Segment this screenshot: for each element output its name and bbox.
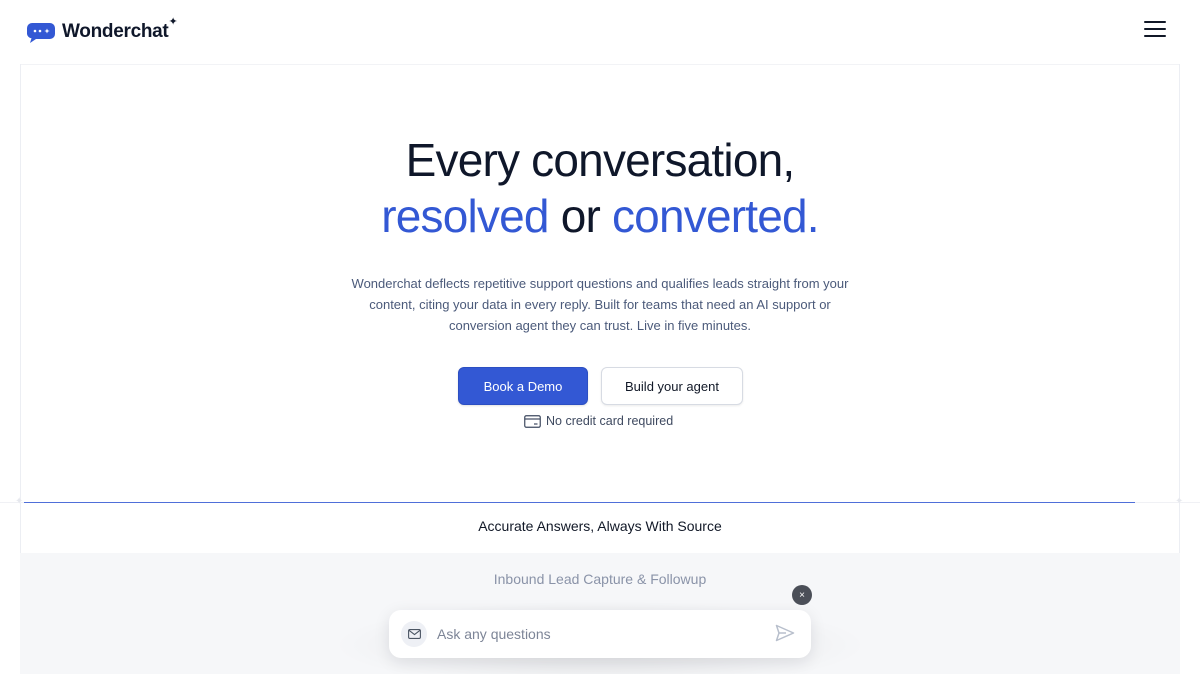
hero-title-connector: or [560,190,601,242]
chat-question-input[interactable] [437,620,757,648]
build-agent-button[interactable]: Build your agent [601,367,743,405]
tab-lead-capture-label: Inbound Lead Capture & Followup [493,571,707,587]
tab-accurate-answers[interactable]: Accurate Answers, Always With Source [0,518,1200,534]
hero-title: Every conversation, resolved or converte… [0,132,1200,244]
no-credit-card-note: No credit card required [524,414,673,428]
hamburger-menu-icon[interactable] [1144,21,1166,41]
chat-widget-bar[interactable] [389,610,811,658]
chat-bubble-icon [26,20,56,44]
brand-name-text: Wonderchat [62,21,169,42]
tab-accurate-answers-label: Accurate Answers, Always With Source [478,518,722,534]
brand-star-mark: ✦ [168,16,178,28]
hero-title-word-resolved: resolved [381,190,549,242]
brand-name: Wonderchat ✦ [62,16,178,43]
mail-icon[interactable] [401,621,427,647]
hero-title-word-converted: converted. [611,190,820,242]
sparkle-right-icon: ✦ [1175,496,1184,507]
tab-lead-capture[interactable]: Inbound Lead Capture & Followup [0,571,1200,587]
brand-logo[interactable]: Wonderchat ✦ [26,16,178,44]
hero-subtitle: Wonderchat deflects repetitive support q… [351,276,849,333]
hero-title-line1: Every conversation, [405,134,796,186]
send-icon[interactable] [775,624,797,644]
site-header: Wonderchat ✦ [0,0,1200,64]
credit-card-icon [524,414,541,428]
book-demo-button[interactable]: Book a Demo [458,367,588,405]
active-tab-indicator [24,502,1135,503]
sparkle-left-icon: ✦ [15,496,24,507]
chat-close-button[interactable]: × [792,585,812,605]
frame-top-border [20,64,1180,65]
no-credit-card-text: No credit card required [546,414,674,428]
